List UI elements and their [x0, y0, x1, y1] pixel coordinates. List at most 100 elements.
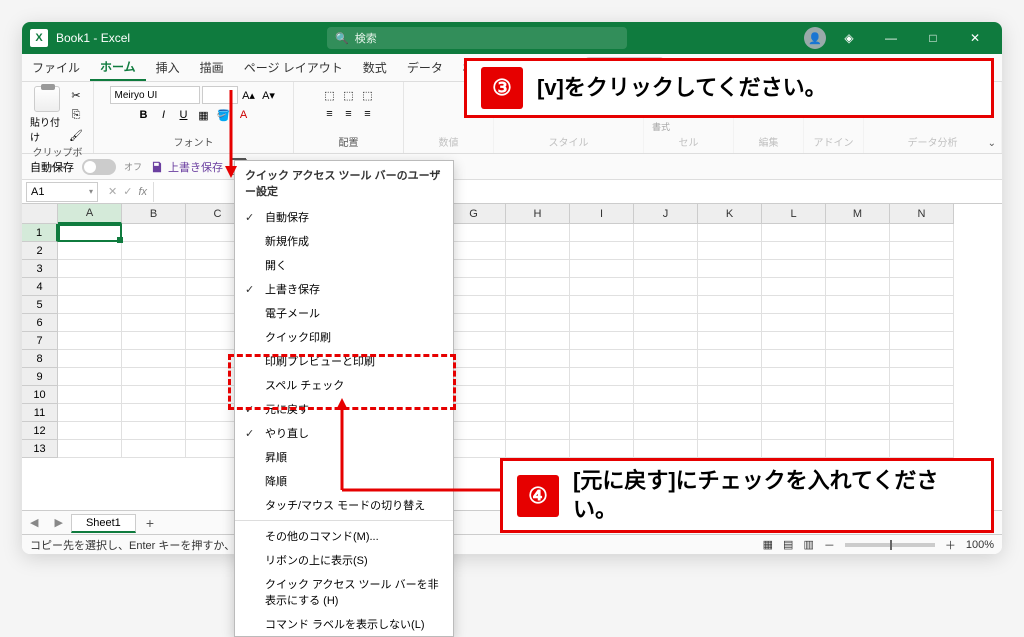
cell[interactable]	[506, 332, 570, 350]
select-all-corner[interactable]	[22, 204, 58, 224]
cell[interactable]	[570, 404, 634, 422]
cell[interactable]	[826, 422, 890, 440]
cell[interactable]	[890, 314, 954, 332]
view-normal-icon[interactable]: ▦	[763, 538, 773, 551]
cell[interactable]	[826, 332, 890, 350]
cell[interactable]	[826, 404, 890, 422]
close-button[interactable]: ✕	[956, 22, 994, 54]
sheet-nav-next[interactable]: ▶	[46, 516, 70, 529]
cell[interactable]	[122, 296, 186, 314]
cancel-formula-icon[interactable]: ✕	[108, 185, 117, 198]
save-button[interactable]: 上書き保存	[150, 159, 223, 175]
align-top-button[interactable]: ⬚	[321, 86, 339, 104]
tab-file[interactable]: ファイル	[22, 54, 90, 81]
cell[interactable]	[58, 368, 122, 386]
col-header[interactable]: B	[122, 204, 186, 224]
cell[interactable]	[890, 278, 954, 296]
cell[interactable]	[762, 368, 826, 386]
cell[interactable]	[698, 314, 762, 332]
align-right-button[interactable]: ≡	[359, 105, 377, 123]
name-box[interactable]: A1▾	[26, 182, 98, 202]
cell[interactable]	[698, 386, 762, 404]
col-header[interactable]: N	[890, 204, 954, 224]
cell[interactable]	[698, 404, 762, 422]
cell[interactable]	[58, 296, 122, 314]
cell[interactable]	[506, 368, 570, 386]
cell[interactable]	[890, 332, 954, 350]
sheet-tab[interactable]: Sheet1	[71, 514, 136, 533]
border-button[interactable]: ▦	[195, 106, 213, 124]
cell[interactable]	[570, 332, 634, 350]
row-header[interactable]: 5	[22, 296, 58, 314]
cell[interactable]	[122, 386, 186, 404]
view-pagelayout-icon[interactable]: ▤	[783, 538, 793, 551]
autosave-toggle[interactable]	[82, 159, 116, 175]
qat-menu-sortasc[interactable]: 昇順	[235, 445, 453, 469]
cell[interactable]	[122, 314, 186, 332]
cell[interactable]	[634, 296, 698, 314]
tab-draw[interactable]: 描画	[190, 54, 234, 81]
cell[interactable]	[698, 242, 762, 260]
cell[interactable]	[698, 296, 762, 314]
qat-menu-nolabel[interactable]: コマンド ラベルを表示しない(L)	[235, 612, 453, 636]
cell[interactable]	[634, 332, 698, 350]
cell[interactable]	[58, 278, 122, 296]
cell[interactable]	[570, 422, 634, 440]
cell[interactable]	[122, 332, 186, 350]
copy-button[interactable]: ⎘	[67, 106, 85, 124]
tab-pagelayout[interactable]: ページ レイアウト	[234, 54, 353, 81]
zoom-in-button[interactable]: ＋	[945, 537, 956, 553]
cell[interactable]	[890, 296, 954, 314]
cell[interactable]	[570, 350, 634, 368]
cell[interactable]	[762, 242, 826, 260]
font-color-button[interactable]: A	[235, 106, 253, 124]
cell[interactable]	[698, 368, 762, 386]
paste-button[interactable]: 貼り付け	[30, 86, 63, 144]
cell[interactable]	[826, 224, 890, 242]
row-header[interactable]: 2	[22, 242, 58, 260]
cell[interactable]	[890, 224, 954, 242]
col-header[interactable]: K	[698, 204, 762, 224]
cell[interactable]	[698, 440, 762, 458]
maximize-button[interactable]: □	[914, 22, 952, 54]
tab-formulas[interactable]: 数式	[353, 54, 397, 81]
add-sheet-button[interactable]: +	[136, 515, 164, 531]
cell[interactable]	[58, 332, 122, 350]
row-header[interactable]: 9	[22, 368, 58, 386]
cell[interactable]	[570, 314, 634, 332]
cell[interactable]	[506, 260, 570, 278]
search-box[interactable]: 🔍 検索	[327, 27, 627, 49]
cell[interactable]	[890, 404, 954, 422]
cell[interactable]	[570, 296, 634, 314]
minimize-button[interactable]: —	[872, 22, 910, 54]
qat-menu-printpreview[interactable]: 印刷プレビューと印刷	[235, 349, 453, 373]
col-header[interactable]: H	[506, 204, 570, 224]
align-bottom-button[interactable]: ⬚	[359, 86, 377, 104]
cell[interactable]	[634, 368, 698, 386]
qat-menu-save[interactable]: 上書き保存	[235, 277, 453, 301]
cell[interactable]	[634, 440, 698, 458]
cell[interactable]	[58, 422, 122, 440]
row-header[interactable]: 1	[22, 224, 58, 242]
row-header[interactable]: 8	[22, 350, 58, 368]
row-header[interactable]: 10	[22, 386, 58, 404]
tab-home[interactable]: ホーム	[90, 54, 146, 81]
cell[interactable]	[762, 440, 826, 458]
sheet-nav-prev[interactable]: ◀	[22, 516, 46, 529]
format-painter-button[interactable]: 🖌	[67, 126, 85, 144]
cut-button[interactable]: ✂	[67, 86, 85, 104]
col-header[interactable]: I	[570, 204, 634, 224]
cell[interactable]	[634, 242, 698, 260]
fill-color-button[interactable]: 🪣	[215, 106, 233, 124]
underline-button[interactable]: U	[175, 106, 193, 124]
col-header[interactable]: M	[826, 204, 890, 224]
decrease-font-button[interactable]: A▾	[260, 86, 278, 104]
cell[interactable]	[826, 386, 890, 404]
cell[interactable]	[698, 350, 762, 368]
cell[interactable]	[698, 332, 762, 350]
qat-menu-email[interactable]: 電子メール	[235, 301, 453, 325]
cell[interactable]	[634, 224, 698, 242]
cell[interactable]	[122, 278, 186, 296]
cell[interactable]	[826, 440, 890, 458]
cell[interactable]	[122, 404, 186, 422]
